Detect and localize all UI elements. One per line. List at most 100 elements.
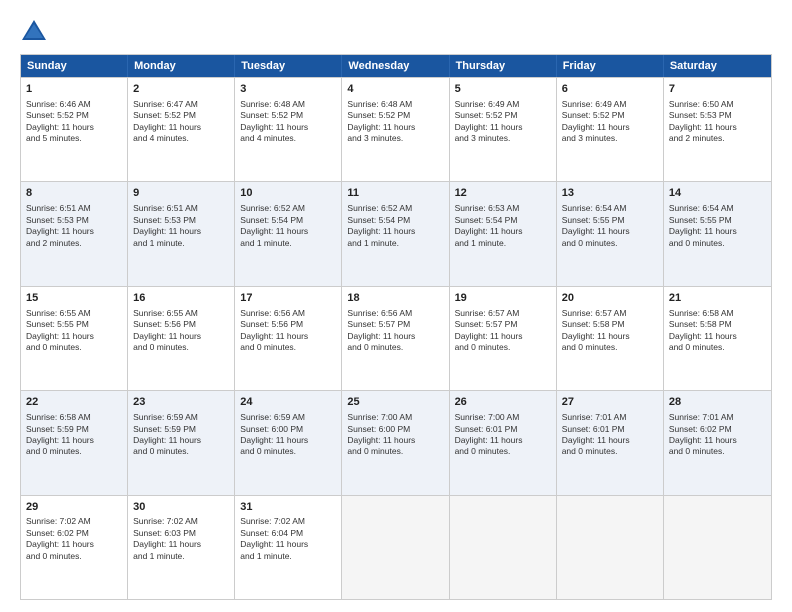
cell-line: Sunset: 5:59 PM — [133, 424, 229, 435]
day-number: 22 — [26, 395, 122, 410]
day-cell-5: 5Sunrise: 6:49 AMSunset: 5:52 PMDaylight… — [450, 78, 557, 181]
cell-line: and 3 minutes. — [562, 133, 658, 144]
cell-line: Sunrise: 6:54 AM — [562, 203, 658, 214]
logo — [20, 18, 52, 46]
cell-line: Sunrise: 6:51 AM — [133, 203, 229, 214]
cell-line: and 1 minute. — [133, 238, 229, 249]
cell-line: and 0 minutes. — [26, 446, 122, 457]
cell-line: Sunset: 5:55 PM — [669, 215, 766, 226]
cell-line: Sunset: 5:53 PM — [133, 215, 229, 226]
day-cell-14: 14Sunrise: 6:54 AMSunset: 5:55 PMDayligh… — [664, 182, 771, 285]
day-cell-3: 3Sunrise: 6:48 AMSunset: 5:52 PMDaylight… — [235, 78, 342, 181]
day-number: 30 — [133, 500, 229, 515]
cell-line: Sunrise: 6:58 AM — [669, 308, 766, 319]
cell-line: and 5 minutes. — [26, 133, 122, 144]
day-cell-10: 10Sunrise: 6:52 AMSunset: 5:54 PMDayligh… — [235, 182, 342, 285]
cell-line: and 0 minutes. — [240, 446, 336, 457]
cell-line: Daylight: 11 hours — [562, 331, 658, 342]
cell-line: Sunset: 5:55 PM — [562, 215, 658, 226]
cell-line: and 1 minute. — [240, 238, 336, 249]
day-cell-1: 1Sunrise: 6:46 AMSunset: 5:52 PMDaylight… — [21, 78, 128, 181]
cell-line: Sunrise: 6:56 AM — [347, 308, 443, 319]
cell-line: Daylight: 11 hours — [669, 435, 766, 446]
cell-line: and 4 minutes. — [133, 133, 229, 144]
day-cell-11: 11Sunrise: 6:52 AMSunset: 5:54 PMDayligh… — [342, 182, 449, 285]
cell-line: Daylight: 11 hours — [26, 331, 122, 342]
cell-line: Daylight: 11 hours — [133, 331, 229, 342]
cell-line: Sunrise: 6:57 AM — [562, 308, 658, 319]
cell-line: Daylight: 11 hours — [133, 539, 229, 550]
cell-line: Sunrise: 6:55 AM — [26, 308, 122, 319]
calendar-row-5: 29Sunrise: 7:02 AMSunset: 6:02 PMDayligh… — [21, 495, 771, 599]
cell-line: Daylight: 11 hours — [669, 122, 766, 133]
day-cell-18: 18 Sunrise: 6:56 AMSunset: 5:57 PMDayligh… — [342, 287, 449, 390]
empty-cell — [342, 496, 449, 599]
day-number: 28 — [669, 395, 766, 410]
cell-line: and 0 minutes. — [562, 342, 658, 353]
cell-line: Sunrise: 6:56 AM — [240, 308, 336, 319]
day-cell-16: 16Sunrise: 6:55 AMSunset: 5:56 PMDayligh… — [128, 287, 235, 390]
cell-line: Sunrise: 6:55 AM — [133, 308, 229, 319]
cell-line: Sunrise: 7:01 AM — [669, 412, 766, 423]
cell-line: Sunset: 6:03 PM — [133, 528, 229, 539]
day-number: 25 — [347, 395, 443, 410]
cell-line: Sunrise: 6:53 AM — [455, 203, 551, 214]
cell-line: Sunrise: 6:50 AM — [669, 99, 766, 110]
cell-line: Sunset: 5:55 PM — [26, 319, 122, 330]
cell-line: Sunrise: 6:52 AM — [240, 203, 336, 214]
cell-line: Sunrise: 6:58 AM — [26, 412, 122, 423]
day-cell-6: 6Sunrise: 6:49 AMSunset: 5:52 PMDaylight… — [557, 78, 664, 181]
day-cell-28: 28Sunrise: 7:01 AMSunset: 6:02 PMDayligh… — [664, 391, 771, 494]
cell-line: Sunset: 5:53 PM — [26, 215, 122, 226]
cell-line: Daylight: 11 hours — [133, 226, 229, 237]
day-number: 3 — [240, 82, 336, 97]
day-number: 13 — [562, 186, 658, 201]
day-cell-22: 22Sunrise: 6:58 AMSunset: 5:59 PMDayligh… — [21, 391, 128, 494]
calendar-row-2: 8Sunrise: 6:51 AMSunset: 5:53 PMDaylight… — [21, 181, 771, 285]
cell-line: Daylight: 11 hours — [240, 122, 336, 133]
cell-line: and 0 minutes. — [669, 342, 766, 353]
day-number: 31 — [240, 500, 336, 515]
cell-line: Sunrise: 7:00 AM — [455, 412, 551, 423]
day-number: 26 — [455, 395, 551, 410]
cell-line: Daylight: 11 hours — [26, 539, 122, 550]
cell-line: Sunset: 5:54 PM — [240, 215, 336, 226]
cell-line: Sunrise: 6:47 AM — [133, 99, 229, 110]
day-number: 4 — [347, 82, 443, 97]
cell-line: Daylight: 11 hours — [133, 435, 229, 446]
cell-line: and 2 minutes. — [669, 133, 766, 144]
cell-line: and 0 minutes. — [26, 551, 122, 562]
cell-line: and 0 minutes. — [562, 238, 658, 249]
day-number: 15 — [26, 291, 122, 306]
cell-line: Daylight: 11 hours — [26, 435, 122, 446]
cell-line: Sunset: 6:04 PM — [240, 528, 336, 539]
day-number: 18 — [347, 291, 443, 306]
cell-line: Sunset: 5:57 PM — [347, 319, 443, 330]
cell-line: and 0 minutes. — [347, 342, 443, 353]
day-cell-15: 15 Sunrise: 6:55 AMSunset: 5:55 PMDayligh… — [21, 287, 128, 390]
cell-line: Sunset: 6:01 PM — [455, 424, 551, 435]
cell-line: Sunset: 5:52 PM — [26, 110, 122, 121]
cell-line: Daylight: 11 hours — [669, 331, 766, 342]
cell-line: Sunrise: 6:59 AM — [240, 412, 336, 423]
page: SundayMondayTuesdayWednesdayThursdayFrid… — [0, 0, 792, 612]
cell-line: Daylight: 11 hours — [669, 226, 766, 237]
calendar: SundayMondayTuesdayWednesdayThursdayFrid… — [20, 54, 772, 600]
day-number: 29 — [26, 500, 122, 515]
cell-line: Sunrise: 7:02 AM — [26, 516, 122, 527]
calendar-header: SundayMondayTuesdayWednesdayThursdayFrid… — [21, 55, 771, 77]
cell-line: Sunrise: 6:49 AM — [562, 99, 658, 110]
cell-line: and 0 minutes. — [669, 238, 766, 249]
day-number: 11 — [347, 186, 443, 201]
cell-line: Daylight: 11 hours — [347, 331, 443, 342]
cell-line: and 0 minutes. — [455, 342, 551, 353]
cell-line: Daylight: 11 hours — [347, 122, 443, 133]
cell-line: Daylight: 11 hours — [26, 122, 122, 133]
day-cell-17: 17Sunrise: 6:56 AMSunset: 5:56 PMDayligh… — [235, 287, 342, 390]
cell-line: Sunset: 5:52 PM — [562, 110, 658, 121]
day-cell-8: 8Sunrise: 6:51 AMSunset: 5:53 PMDaylight… — [21, 182, 128, 285]
cell-line: Daylight: 11 hours — [562, 122, 658, 133]
calendar-row-1: 1Sunrise: 6:46 AMSunset: 5:52 PMDaylight… — [21, 77, 771, 181]
cell-line: Sunset: 6:00 PM — [240, 424, 336, 435]
day-number: 9 — [133, 186, 229, 201]
